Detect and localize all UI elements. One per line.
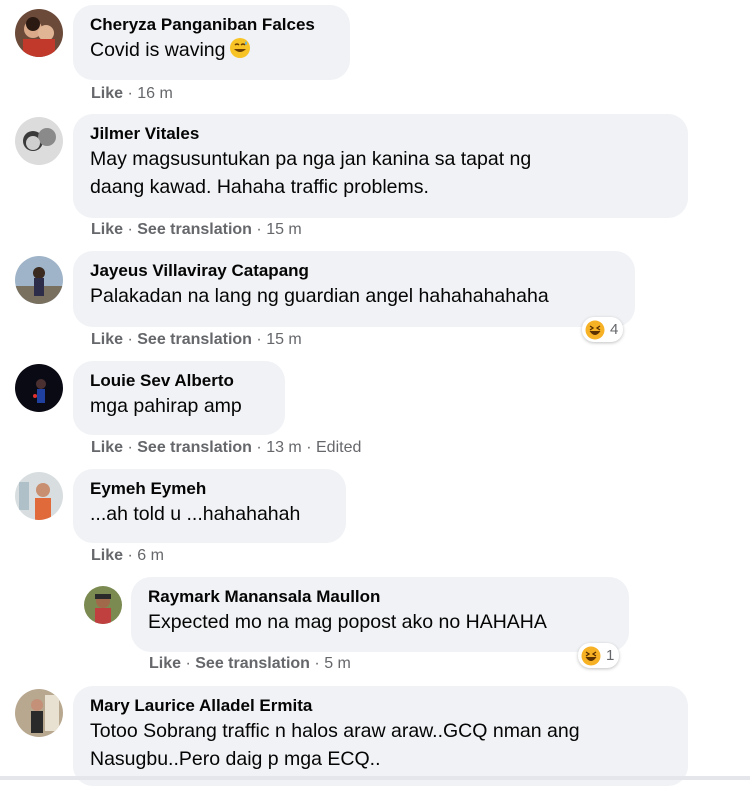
avatar[interactable] <box>15 364 63 412</box>
comment-text: ...ah told u ...hahahahah <box>90 503 301 525</box>
comment-text-line: May magsusuntukan pa nga jan kanina sa t… <box>90 148 532 170</box>
comment-bubble: Jayeus Villaviray Catapang Palakadan na … <box>73 251 635 327</box>
separator: · <box>185 655 191 672</box>
separator: · <box>314 655 320 672</box>
avatar[interactable] <box>15 472 63 520</box>
avatar[interactable] <box>15 117 63 165</box>
comment-meta: Like · See translation · 15 m <box>91 221 302 239</box>
comment-author[interactable]: Jilmer Vitales <box>90 123 671 145</box>
separator: · <box>127 331 133 348</box>
separator: · <box>127 547 133 564</box>
timestamp[interactable]: 5 m <box>324 655 351 672</box>
timestamp[interactable]: 13 m <box>266 439 302 456</box>
separator: · <box>256 331 262 348</box>
comment-bubble: Jilmer Vitales May magsusuntukan pa nga … <box>73 114 688 218</box>
comment-meta: Like · 6 m <box>91 547 164 565</box>
avatar[interactable] <box>15 256 63 304</box>
comment-text: mga pahirap amp <box>90 395 242 417</box>
comment-author[interactable]: Cheryza Panganiban Falces <box>90 14 333 36</box>
comment-author[interactable]: Jayeus Villaviray Catapang <box>90 260 618 282</box>
comment-author[interactable]: Eymeh Eymeh <box>90 478 329 500</box>
see-translation-link[interactable]: See translation <box>137 331 252 348</box>
separator: · <box>127 85 133 102</box>
grinning-sweat-emoji-icon <box>229 37 251 67</box>
comment-meta: Like · See translation · 5 m <box>149 655 351 673</box>
see-translation-link[interactable]: See translation <box>137 221 252 238</box>
bottom-divider <box>0 776 750 780</box>
comment-text-line: daang kawad. Hahaha traffic problems. <box>90 176 429 198</box>
like-link[interactable]: Like <box>149 655 181 672</box>
like-link[interactable]: Like <box>91 547 123 564</box>
comment-bubble: Cheryza Panganiban Falces Covid is wavin… <box>73 5 350 80</box>
like-link[interactable]: Like <box>91 85 123 102</box>
comment-text-line: Totoo Sobrang traffic n halos araw araw.… <box>90 720 580 742</box>
separator: · <box>127 439 133 456</box>
comment-bubble: Eymeh Eymeh ...ah told u ...hahahahah <box>73 469 346 543</box>
comment-meta: Like · See translation · 13 m · Edited <box>91 439 361 457</box>
timestamp[interactable]: 6 m <box>137 547 164 564</box>
comment-author[interactable]: Louie Sev Alberto <box>90 370 268 392</box>
reaction-number: 4 <box>610 321 619 338</box>
comment-bubble: Louie Sev Alberto mga pahirap amp <box>73 361 285 435</box>
comment-text-line: Nasugbu..Pero daig p mga ECQ.. <box>90 748 381 770</box>
timestamp[interactable]: 15 m <box>266 331 302 348</box>
reaction-count[interactable]: 4 <box>582 317 624 342</box>
comment-author[interactable]: Raymark Manansala Maullon <box>148 586 612 608</box>
timestamp[interactable]: 16 m <box>137 85 173 102</box>
timestamp[interactable]: 15 m <box>266 221 302 238</box>
comment-meta: Like · See translation · 15 m <box>91 331 302 349</box>
comment-text: Covid is waving <box>90 36 333 67</box>
comment-bubble: Raymark Manansala Maullon Expected mo na… <box>131 577 629 652</box>
haha-icon <box>585 320 605 339</box>
haha-icon <box>581 646 601 665</box>
like-link[interactable]: Like <box>91 439 123 456</box>
like-link[interactable]: Like <box>91 221 123 238</box>
separator: · <box>256 439 262 456</box>
edited-label[interactable]: Edited <box>316 439 361 456</box>
comment-text: Palakadan na lang ng guardian angel haha… <box>90 285 549 307</box>
separator: · <box>306 439 312 456</box>
comment-meta: Like · 16 m <box>91 85 173 103</box>
comment-text: Expected mo na mag popost ako no HAHAHA <box>148 611 547 633</box>
reaction-count[interactable]: 1 <box>578 643 620 668</box>
see-translation-link[interactable]: See translation <box>137 439 252 456</box>
like-link[interactable]: Like <box>91 331 123 348</box>
avatar[interactable] <box>84 586 122 624</box>
comment-author[interactable]: Mary Laurice Alladel Ermita <box>90 695 671 717</box>
comment-bubble: Mary Laurice Alladel Ermita Totoo Sobran… <box>73 686 688 786</box>
reaction-number: 1 <box>606 647 615 664</box>
avatar[interactable] <box>15 689 63 737</box>
avatar[interactable] <box>15 9 63 57</box>
separator: · <box>256 221 262 238</box>
separator: · <box>127 221 133 238</box>
see-translation-link[interactable]: See translation <box>195 655 310 672</box>
